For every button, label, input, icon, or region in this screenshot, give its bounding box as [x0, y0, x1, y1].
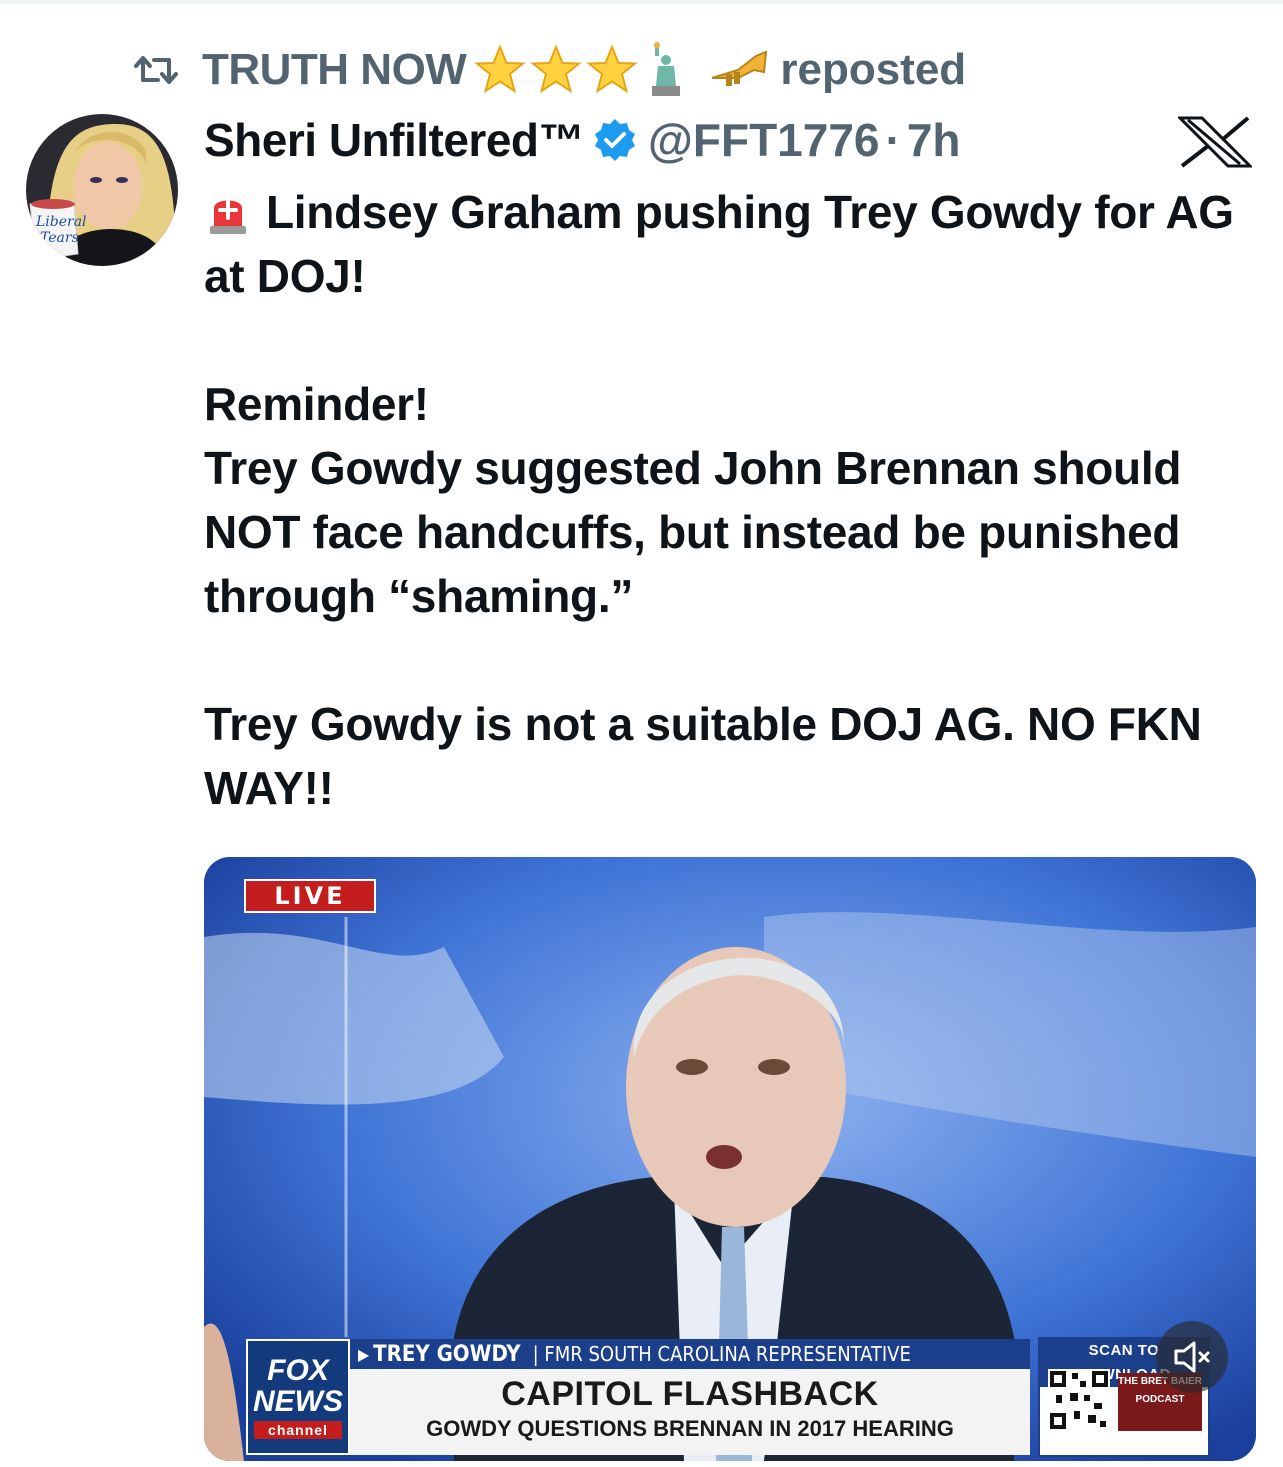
chyron-subtitle: GOWDY QUESTIONS BRENNAN IN 2017 HEARING	[426, 1416, 954, 1441]
x-logo-icon[interactable]	[1178, 116, 1252, 168]
chyron-nameplate: ▶ TREY GOWDY | FMR SOUTH CAROLINA REPRES…	[350, 1339, 1030, 1369]
live-badge: LIVE	[244, 879, 376, 913]
meta-separator: ·	[885, 114, 901, 166]
author-avatar[interactable]: Liberal Tears	[26, 114, 178, 266]
video-media[interactable]: LIVE FOX NEWS channel ▶ TREY GOWDY | FMR…	[204, 857, 1256, 1461]
chyron-role: | FMR SOUTH CAROLINA REPRESENTATIVE	[532, 1342, 911, 1366]
post-reminder-text: Trey Gowdy suggested John Brennan should…	[204, 442, 1182, 622]
reposted-label: reposted	[780, 45, 967, 94]
chyron-name: TREY GOWDY	[373, 1341, 521, 1367]
mute-button[interactable]	[1156, 1321, 1228, 1393]
post-conclusion: Trey Gowdy is not a suitable DOJ AG. NO …	[204, 698, 1202, 814]
repost-icon	[134, 56, 178, 84]
author-handle[interactable]: @FFT1776	[648, 113, 879, 167]
post-reminder-label: Reminder!	[204, 378, 429, 430]
post-timestamp[interactable]: 7h	[907, 113, 961, 167]
repost-emoji-group	[474, 42, 770, 98]
siren-emoji-icon	[210, 200, 246, 234]
post-header: Sheri Unfiltered™ @FFT1776 · 7h	[204, 110, 961, 170]
svg-text:Tears: Tears	[40, 230, 79, 246]
star-emoji-icon	[530, 44, 583, 94]
star-emoji-icon	[586, 44, 639, 94]
chyron-title: CAPITOL FLASHBACK	[501, 1375, 879, 1413]
statue-of-liberty-icon	[652, 42, 681, 96]
top-divider	[0, 0, 1283, 4]
author-display-name[interactable]: Sheri Unfiltered™	[204, 113, 585, 167]
avatar-mug-text: Liberal	[35, 214, 87, 230]
star-emoji-icon	[474, 44, 527, 94]
post-headline: Lindsey Graham pushing Trey Gowdy for AG…	[204, 186, 1234, 302]
repost-indicator[interactable]: TRUTH NOW reposted	[132, 40, 966, 100]
repost-account-name[interactable]: TRUTH NOW	[202, 45, 467, 95]
post-text: Lindsey Graham pushing Trey Gowdy for AG…	[204, 180, 1264, 820]
trumpet-icon	[712, 50, 768, 86]
qr-code-icon	[1048, 1369, 1110, 1431]
verified-badge-icon	[595, 119, 636, 161]
chyron-headline: CAPITOL FLASHBACK GOWDY QUESTIONS BRENNA…	[350, 1369, 1030, 1455]
fox-news-logo: FOX NEWS channel	[246, 1339, 350, 1455]
speaker-muted-icon	[1174, 1341, 1210, 1373]
